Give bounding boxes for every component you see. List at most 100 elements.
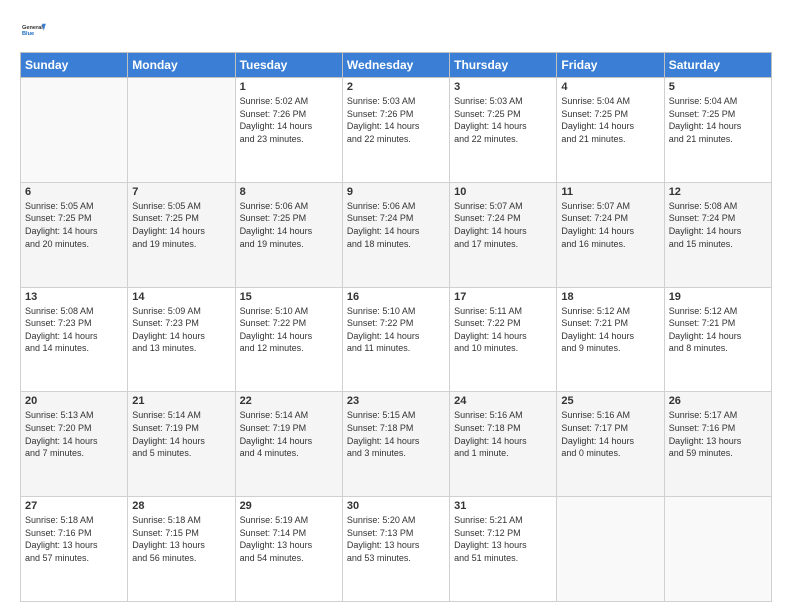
day-info: Sunrise: 5:07 AM Sunset: 7:24 PM Dayligh… [454,200,552,250]
weekday-header: Monday [128,53,235,78]
day-number: 26 [669,395,767,407]
calendar-cell: 22 Sunrise: 5:14 AM Sunset: 7:19 PM Dayli… [235,392,342,497]
calendar-cell: 24 Sunrise: 5:16 AM Sunset: 7:18 PM Dayli… [450,392,557,497]
day-info: Sunrise: 5:16 AM Sunset: 7:17 PM Dayligh… [561,409,659,459]
weekday-header: Friday [557,53,664,78]
day-number: 14 [132,291,230,303]
day-info: Sunrise: 5:20 AM Sunset: 7:13 PM Dayligh… [347,514,445,564]
day-info: Sunrise: 5:03 AM Sunset: 7:26 PM Dayligh… [347,95,445,145]
calendar-cell: 28Sunrise: 5:18 AM Sunset: 7:15 PM Dayli… [128,497,235,602]
day-number: 10 [454,186,552,198]
day-info: Sunrise: 5:05 AM Sunset: 7:25 PM Dayligh… [25,200,123,250]
logo: GeneralBlue [20,16,50,44]
day-info: Sunrise: 5:12 AM Sunset: 7:21 PM Dayligh… [669,305,767,355]
calendar-cell: 2 Sunrise: 5:03 AM Sunset: 7:26 PM Daylig… [342,78,449,183]
calendar-cell: 6Sunrise: 5:05 AM Sunset: 7:25 PM Daylig… [21,182,128,287]
weekday-header: Tuesday [235,53,342,78]
calendar-cell: 1Sunrise: 5:02 AM Sunset: 7:26 PM Daylig… [235,78,342,183]
calendar-week-row: 1Sunrise: 5:02 AM Sunset: 7:26 PM Daylig… [21,78,772,183]
day-info: Sunrise: 5:04 AM Sunset: 7:25 PM Dayligh… [561,95,659,145]
calendar-week-row: 20 Sunrise: 5:13 AM Sunset: 7:20 PM Dayli… [21,392,772,497]
calendar-cell: 7 Sunrise: 5:05 AM Sunset: 7:25 PM Daylig… [128,182,235,287]
calendar-table: SundayMondayTuesdayWednesdayThursdayFrid… [20,52,772,602]
calendar-cell: 11 Sunrise: 5:07 AM Sunset: 7:24 PM Dayli… [557,182,664,287]
calendar-cell: 9Sunrise: 5:06 AM Sunset: 7:24 PM Daylig… [342,182,449,287]
day-number: 16 [347,291,445,303]
day-info: Sunrise: 5:16 AM Sunset: 7:18 PM Dayligh… [454,409,552,459]
day-number: 4 [561,81,659,93]
day-info: Sunrise: 5:06 AM Sunset: 7:25 PM Dayligh… [240,200,338,250]
calendar-cell [664,497,771,602]
calendar-cell: 20 Sunrise: 5:13 AM Sunset: 7:20 PM Dayli… [21,392,128,497]
day-number: 24 [454,395,552,407]
calendar-header-row: SundayMondayTuesdayWednesdayThursdayFrid… [21,53,772,78]
calendar-week-row: 13Sunrise: 5:08 AM Sunset: 7:23 PM Dayli… [21,287,772,392]
calendar-cell: 18 Sunrise: 5:12 AM Sunset: 7:21 PM Dayli… [557,287,664,392]
svg-text:Blue: Blue [22,31,34,37]
calendar-cell: 19Sunrise: 5:12 AM Sunset: 7:21 PM Dayli… [664,287,771,392]
day-info: Sunrise: 5:08 AM Sunset: 7:23 PM Dayligh… [25,305,123,355]
day-info: Sunrise: 5:17 AM Sunset: 7:16 PM Dayligh… [669,409,767,459]
day-number: 2 [347,81,445,93]
day-number: 20 [25,395,123,407]
day-info: Sunrise: 5:10 AM Sunset: 7:22 PM Dayligh… [240,305,338,355]
calendar-cell: 27 Sunrise: 5:18 AM Sunset: 7:16 PM Dayli… [21,497,128,602]
weekday-header: Sunday [21,53,128,78]
day-info: Sunrise: 5:09 AM Sunset: 7:23 PM Dayligh… [132,305,230,355]
calendar-week-row: 27 Sunrise: 5:18 AM Sunset: 7:16 PM Dayli… [21,497,772,602]
calendar-cell: 14 Sunrise: 5:09 AM Sunset: 7:23 PM Dayli… [128,287,235,392]
day-info: Sunrise: 5:18 AM Sunset: 7:15 PM Dayligh… [132,514,230,564]
day-info: Sunrise: 5:13 AM Sunset: 7:20 PM Dayligh… [25,409,123,459]
day-number: 27 [25,500,123,512]
day-info: Sunrise: 5:21 AM Sunset: 7:12 PM Dayligh… [454,514,552,564]
calendar-cell: 26 Sunrise: 5:17 AM Sunset: 7:16 PM Dayli… [664,392,771,497]
day-number: 31 [454,500,552,512]
day-info: Sunrise: 5:12 AM Sunset: 7:21 PM Dayligh… [561,305,659,355]
day-number: 30 [347,500,445,512]
day-number: 3 [454,81,552,93]
calendar-cell: 13Sunrise: 5:08 AM Sunset: 7:23 PM Dayli… [21,287,128,392]
calendar-cell: 29 Sunrise: 5:19 AM Sunset: 7:14 PM Dayli… [235,497,342,602]
header: GeneralBlue [20,16,772,44]
day-number: 29 [240,500,338,512]
day-number: 15 [240,291,338,303]
day-number: 1 [240,81,338,93]
weekday-header: Saturday [664,53,771,78]
calendar-cell: 16 Sunrise: 5:10 AM Sunset: 7:22 PM Dayli… [342,287,449,392]
day-number: 12 [669,186,767,198]
day-info: Sunrise: 5:05 AM Sunset: 7:25 PM Dayligh… [132,200,230,250]
day-number: 18 [561,291,659,303]
day-info: Sunrise: 5:14 AM Sunset: 7:19 PM Dayligh… [240,409,338,459]
day-info: Sunrise: 5:19 AM Sunset: 7:14 PM Dayligh… [240,514,338,564]
day-number: 22 [240,395,338,407]
calendar-cell: 25 Sunrise: 5:16 AM Sunset: 7:17 PM Dayli… [557,392,664,497]
calendar-cell: 10 Sunrise: 5:07 AM Sunset: 7:24 PM Dayli… [450,182,557,287]
calendar-cell: 5 Sunrise: 5:04 AM Sunset: 7:25 PM Daylig… [664,78,771,183]
day-info: Sunrise: 5:07 AM Sunset: 7:24 PM Dayligh… [561,200,659,250]
calendar-cell: 30 Sunrise: 5:20 AM Sunset: 7:13 PM Dayli… [342,497,449,602]
calendar-cell [21,78,128,183]
day-number: 11 [561,186,659,198]
page: GeneralBlue SundayMondayTuesdayWednesday… [0,0,792,612]
day-number: 5 [669,81,767,93]
day-number: 8 [240,186,338,198]
calendar-cell: 31 Sunrise: 5:21 AM Sunset: 7:12 PM Dayli… [450,497,557,602]
day-number: 7 [132,186,230,198]
calendar-cell: 8 Sunrise: 5:06 AM Sunset: 7:25 PM Daylig… [235,182,342,287]
day-info: Sunrise: 5:06 AM Sunset: 7:24 PM Dayligh… [347,200,445,250]
weekday-header: Thursday [450,53,557,78]
calendar-cell [128,78,235,183]
day-number: 23 [347,395,445,407]
weekday-header: Wednesday [342,53,449,78]
day-info: Sunrise: 5:18 AM Sunset: 7:16 PM Dayligh… [25,514,123,564]
svg-text:General: General [22,25,43,31]
day-info: Sunrise: 5:04 AM Sunset: 7:25 PM Dayligh… [669,95,767,145]
day-info: Sunrise: 5:10 AM Sunset: 7:22 PM Dayligh… [347,305,445,355]
day-number: 21 [132,395,230,407]
day-number: 25 [561,395,659,407]
logo-icon: GeneralBlue [22,16,50,44]
calendar-week-row: 6Sunrise: 5:05 AM Sunset: 7:25 PM Daylig… [21,182,772,287]
calendar-cell: 17Sunrise: 5:11 AM Sunset: 7:22 PM Dayli… [450,287,557,392]
calendar-cell: 23Sunrise: 5:15 AM Sunset: 7:18 PM Dayli… [342,392,449,497]
day-info: Sunrise: 5:11 AM Sunset: 7:22 PM Dayligh… [454,305,552,355]
